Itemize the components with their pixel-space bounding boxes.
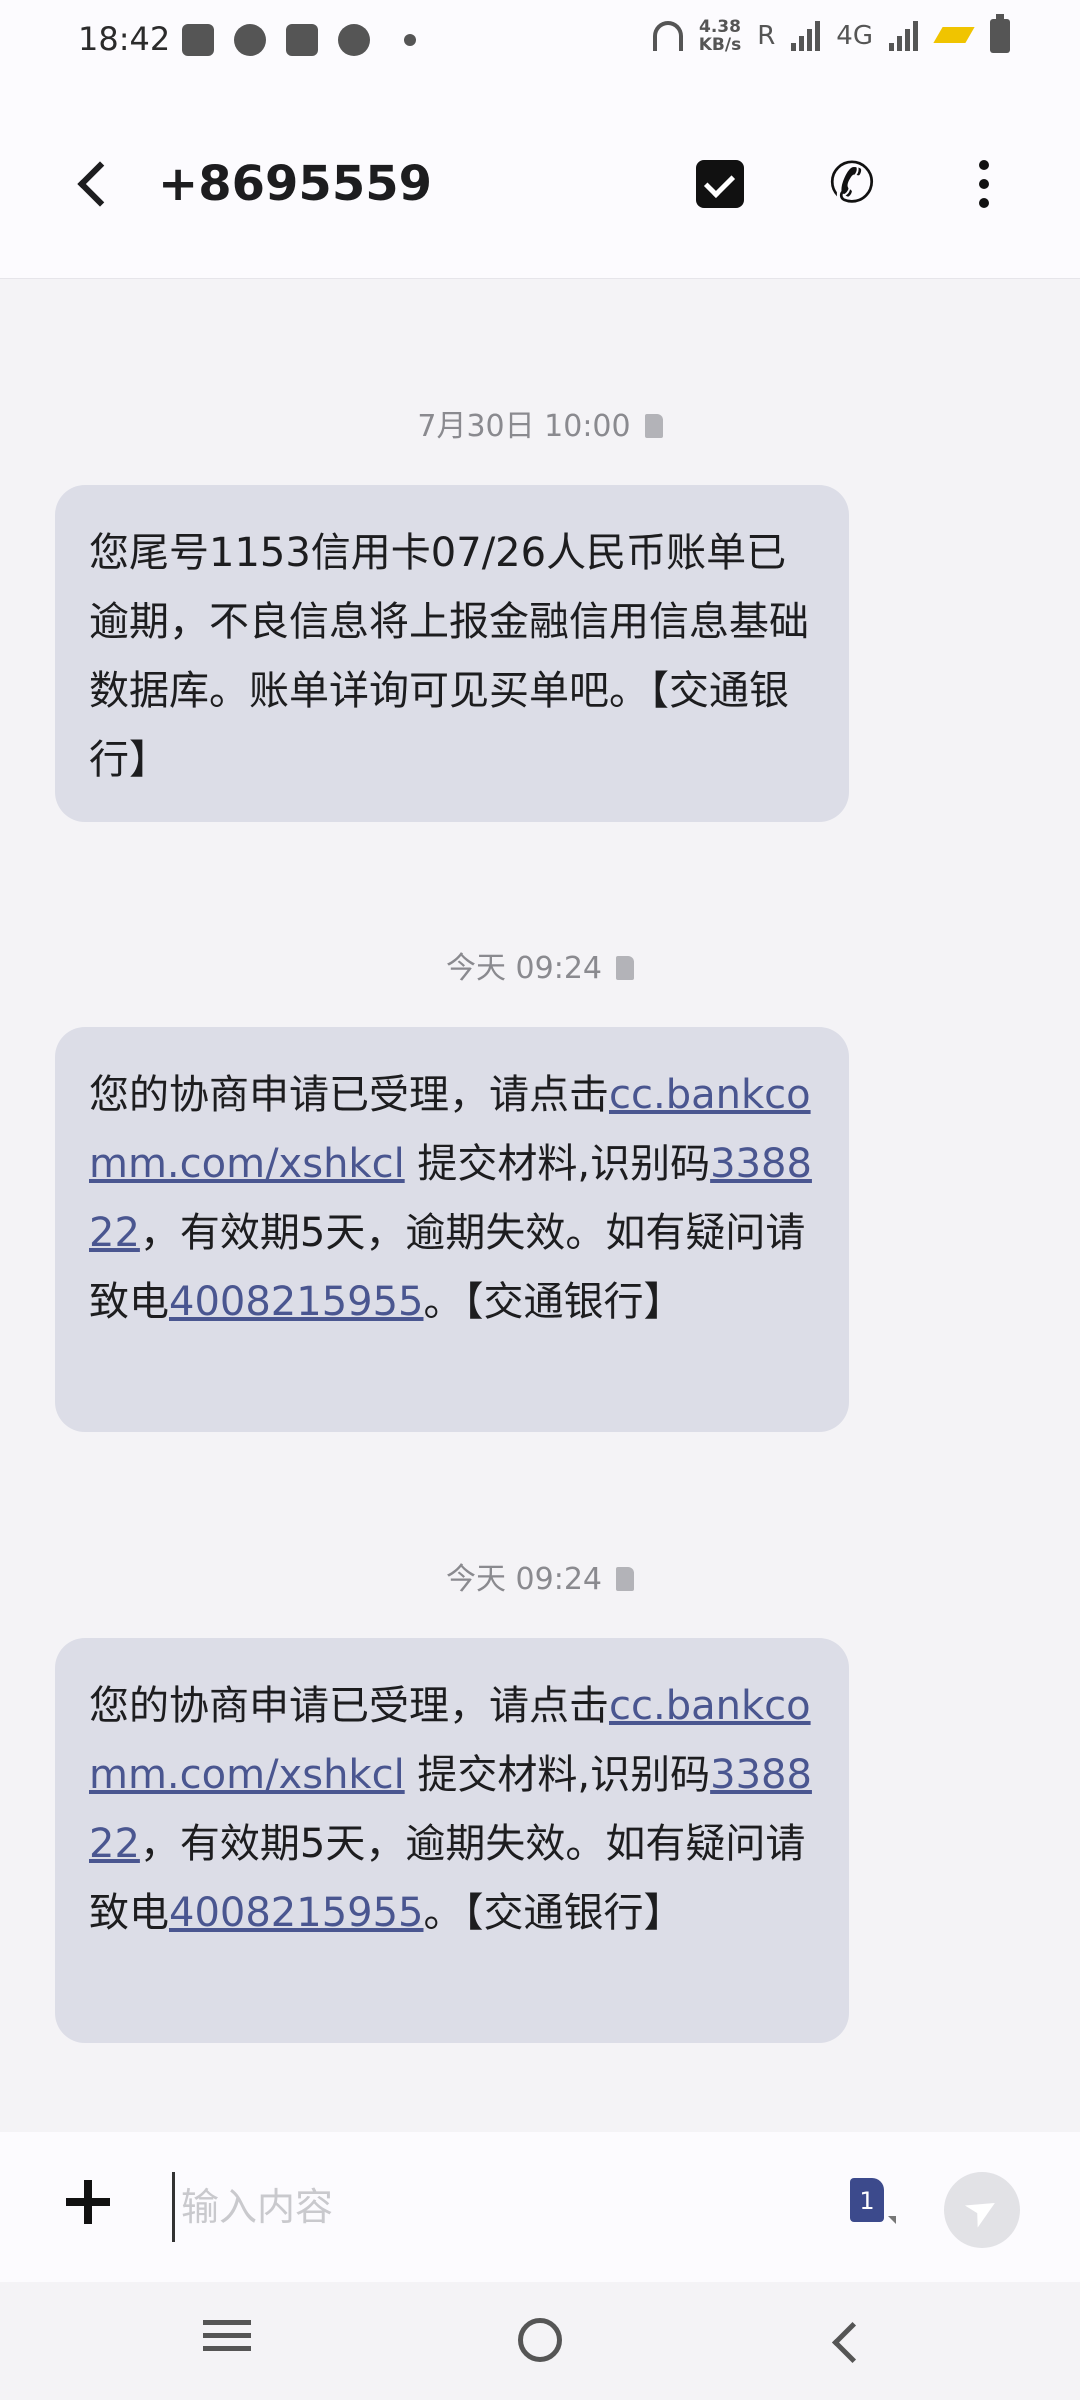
call-button[interactable]: ✆ xyxy=(814,146,890,222)
sim-card-icon xyxy=(616,1567,634,1591)
more-notifications-icon xyxy=(404,34,416,46)
more-vertical-icon xyxy=(979,160,989,208)
message-text: 提交材料,识别码 xyxy=(404,1752,711,1798)
contact-title: +8695559 xyxy=(158,156,433,212)
message-text: 提交材料,识别码 xyxy=(404,1141,711,1187)
timestamp-text: 今天 09:24 xyxy=(446,951,602,986)
message-text: 。【交通银行】 xyxy=(423,1279,684,1325)
message-text: 。【交通银行】 xyxy=(423,1890,684,1936)
phone-number-link[interactable]: 4008215955 xyxy=(169,1279,424,1325)
plus-icon[interactable] xyxy=(58,2172,118,2232)
signal-icon xyxy=(791,21,821,51)
message-list[interactable]: 7月30日 10:00 您尾号1153信用卡07/26人民币账单已逾期，不良信息… xyxy=(0,279,1080,2129)
sim-card-icon: 1 xyxy=(850,2178,884,2222)
sim-card-icon xyxy=(644,414,663,438)
message-input[interactable] xyxy=(172,2172,812,2242)
headphones-icon xyxy=(652,21,683,51)
status-bar: 18:42 4.38 KB/s R 4G xyxy=(0,0,1080,88)
phone-icon: ✆ xyxy=(828,151,876,216)
compose-bar: 1 ➤ xyxy=(0,2132,1080,2282)
message-timestamp: 今天 09:24 xyxy=(0,1554,1080,1598)
message-bubble[interactable]: 您的协商申请已受理，请点击cc.bankcomm.com/xshkcl 提交材料… xyxy=(55,1027,849,1432)
send-button[interactable]: ➤ xyxy=(944,2172,1020,2248)
checkbox-icon xyxy=(696,160,744,208)
network-speed: 4.38 KB/s xyxy=(699,18,741,54)
message-text: 您的协商申请已受理，请点击 xyxy=(89,1683,609,1729)
roaming-indicator: R xyxy=(757,21,776,51)
message-bubble[interactable]: 您尾号1153信用卡07/26人民币账单已逾期，不良信息将上报金融信用信息基础数… xyxy=(55,485,849,822)
select-button[interactable] xyxy=(682,146,758,222)
bag-icon xyxy=(182,24,214,56)
message-timestamp: 今天 09:24 xyxy=(0,943,1080,987)
charging-icon xyxy=(934,21,974,51)
network-speed-unit: KB/s xyxy=(698,35,742,55)
phone-number-link[interactable]: 4008215955 xyxy=(169,1890,424,1936)
message-text: 您尾号1153信用卡07/26人民币账单已逾期，不良信息将上报金融信用信息基础数… xyxy=(89,530,809,783)
navigation-bar xyxy=(0,2282,1080,2400)
timestamp-text: 今天 09:24 xyxy=(446,1562,602,1597)
status-time: 18:42 xyxy=(78,20,171,58)
more-options-button[interactable] xyxy=(946,146,1022,222)
network-type: 4G xyxy=(836,21,873,51)
chat-icon xyxy=(338,24,370,56)
home-icon xyxy=(518,2318,562,2362)
message-timestamp: 7月30日 10:00 xyxy=(0,401,1080,445)
timestamp-text: 7月30日 10:00 xyxy=(417,409,631,444)
message-bubble[interactable]: 您的协商申请已受理，请点击cc.bankcomm.com/xshkcl 提交材料… xyxy=(55,1638,849,2043)
sim-select-button[interactable]: 1 xyxy=(850,2178,902,2234)
back-arrow-icon[interactable] xyxy=(64,148,124,218)
home-button[interactable] xyxy=(505,2312,575,2372)
back-icon[interactable] xyxy=(810,2312,880,2372)
dropdown-corner-icon xyxy=(888,2216,896,2224)
bag-icon xyxy=(286,24,318,56)
speedometer-icon xyxy=(234,24,266,56)
battery-icon xyxy=(990,14,1010,53)
network-speed-value: 4.38 xyxy=(699,17,741,37)
sim-card-icon xyxy=(616,956,634,980)
message-text: 您的协商申请已受理，请点击 xyxy=(89,1072,609,1118)
menu-icon[interactable] xyxy=(192,2312,262,2372)
signal-icon xyxy=(889,21,918,51)
system-indicators: 4.38 KB/s R 4G xyxy=(652,14,1010,54)
send-icon: ➤ xyxy=(955,2181,1009,2239)
conversation-header: +8695559 ✆ xyxy=(0,88,1080,279)
notification-icons xyxy=(182,24,416,56)
